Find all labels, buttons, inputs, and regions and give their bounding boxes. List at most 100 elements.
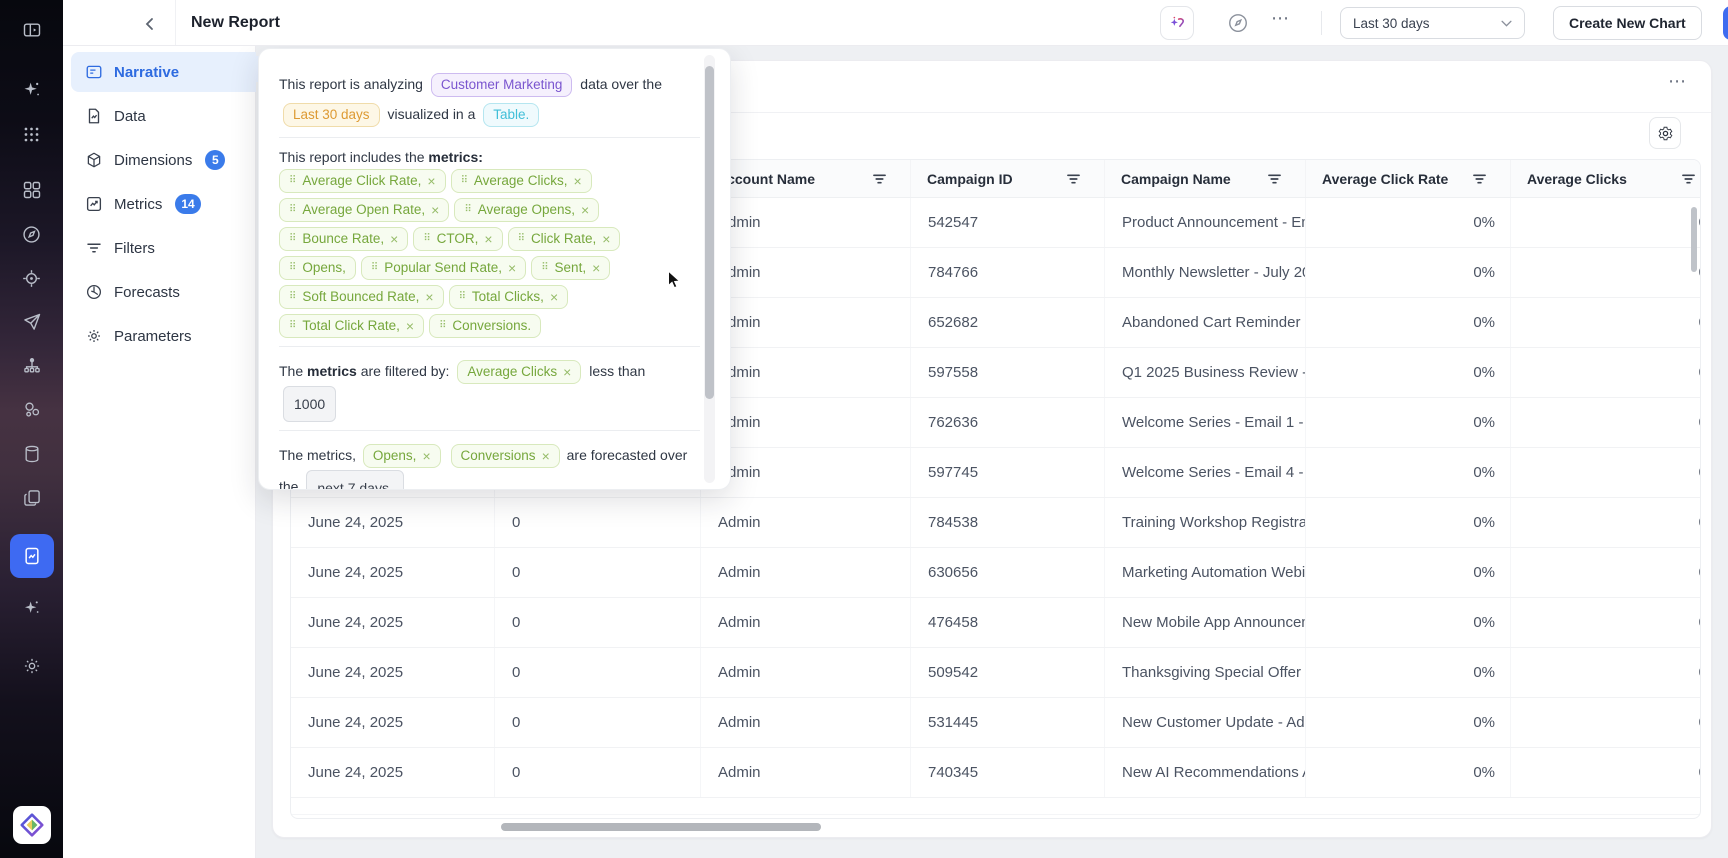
- drag-handle-icon[interactable]: ⠿: [371, 257, 378, 279]
- drag-handle-icon[interactable]: ⠿: [459, 286, 466, 308]
- drag-handle-icon[interactable]: ⠿: [289, 257, 296, 279]
- create-new-chart-button[interactable]: Create New Chart: [1553, 6, 1702, 40]
- metric-chip[interactable]: ⠿ Sent, ×: [531, 256, 610, 280]
- topbar-more-icon[interactable]: ⋯: [1271, 8, 1290, 29]
- cell-average-clicks: 0: [1511, 348, 1701, 397]
- sidebar-item-filters[interactable]: Filters: [71, 228, 256, 268]
- remove-chip-icon[interactable]: ×: [406, 315, 414, 337]
- drag-handle-icon[interactable]: ⠿: [289, 199, 296, 221]
- panel-scroll-thumb[interactable]: [705, 66, 714, 399]
- app-logo[interactable]: [13, 806, 51, 844]
- cell-account-name: Admin: [701, 648, 911, 697]
- remove-chip-icon[interactable]: ×: [390, 228, 398, 250]
- remove-chip-icon[interactable]: ×: [542, 445, 550, 467]
- column-header: Average Clicks: [1511, 160, 1701, 197]
- drag-handle-icon[interactable]: ⠿: [289, 228, 296, 250]
- metric-chip[interactable]: ⠿ Total Click Rate, ×: [279, 314, 424, 338]
- drag-handle-icon[interactable]: ⠿: [423, 228, 430, 250]
- target-icon[interactable]: [10, 256, 54, 300]
- viz-type-chip[interactable]: Table.: [483, 103, 539, 127]
- card-more-icon[interactable]: ⋯: [1668, 71, 1687, 92]
- cell-targeted-segment-id: 0: [495, 648, 701, 697]
- remove-chip-icon[interactable]: ×: [427, 170, 435, 192]
- metric-chip[interactable]: ⠿ Average Clicks, ×: [451, 169, 592, 193]
- settings-gear-icon[interactable]: [10, 644, 54, 688]
- sidebar-item-metrics[interactable]: Metrics 14: [71, 184, 256, 224]
- apps-grid-icon[interactable]: [10, 112, 54, 156]
- send-icon[interactable]: [10, 300, 54, 344]
- sidebar-toggle-icon[interactable]: [10, 8, 54, 52]
- drag-handle-icon[interactable]: ⠿: [518, 228, 525, 250]
- metric-chip[interactable]: ⠿ Click Rate, ×: [508, 227, 621, 251]
- column-filter-icon[interactable]: [1682, 173, 1695, 185]
- forecast-chip-list: Opens, × Conversions ×: [360, 447, 567, 463]
- database-icon[interactable]: [10, 432, 54, 476]
- table-vertical-scrollbar[interactable]: [1691, 207, 1697, 272]
- forecast-metric-chip[interactable]: Opens, ×: [363, 444, 441, 468]
- drag-handle-icon[interactable]: ⠿: [289, 170, 296, 192]
- hierarchy-icon[interactable]: [10, 344, 54, 388]
- table-settings-button[interactable]: [1649, 117, 1681, 149]
- column-filter-icon[interactable]: [1067, 173, 1080, 185]
- table-row: June 24, 2025 0 Admin 509542 Thanksgivin…: [291, 648, 1701, 698]
- explore-compass-icon[interactable]: [1227, 12, 1249, 34]
- ai-assist-button[interactable]: [1160, 6, 1194, 40]
- metric-chip[interactable]: ⠿ Bounce Rate, ×: [279, 227, 408, 251]
- metric-chip[interactable]: ⠿ Popular Send Rate, ×: [361, 256, 526, 280]
- compass-icon[interactable]: [10, 212, 54, 256]
- dashboard-icon[interactable]: [10, 168, 54, 212]
- sidebar-item-label: Data: [114, 108, 146, 125]
- sidebar-item-forecasts[interactable]: Forecasts: [71, 272, 256, 312]
- sidebar-item-dimensions[interactable]: Dimensions 5: [71, 140, 256, 180]
- remove-chip-icon[interactable]: ×: [484, 228, 492, 250]
- date-range-dropdown[interactable]: Last 30 days: [1340, 7, 1525, 39]
- cell-campaign-id: 740345: [911, 748, 1105, 797]
- date-range-chip[interactable]: Last 30 days: [283, 103, 380, 127]
- remove-chip-icon[interactable]: ×: [602, 228, 610, 250]
- table-horizontal-scrollbar[interactable]: [501, 823, 821, 831]
- forecast-horizon-input[interactable]: next 7 days.: [306, 470, 404, 490]
- column-filter-icon[interactable]: [1473, 173, 1486, 185]
- remove-chip-icon[interactable]: ×: [422, 445, 430, 467]
- metric-chip[interactable]: ⠿ Soft Bounced Rate, ×: [279, 285, 444, 309]
- drag-handle-icon[interactable]: ⠿: [289, 315, 296, 337]
- metric-chip[interactable]: ⠿ Opens,: [279, 256, 356, 280]
- ai-sparkles-icon[interactable]: [10, 68, 54, 112]
- forecast-metric-chip[interactable]: Conversions ×: [451, 444, 560, 468]
- drag-handle-icon[interactable]: ⠿: [541, 257, 548, 279]
- pages-icon[interactable]: [10, 476, 54, 520]
- metric-chip[interactable]: ⠿ Conversions.: [429, 314, 541, 338]
- drag-handle-icon[interactable]: ⠿: [461, 170, 468, 192]
- column-filter-icon[interactable]: [1268, 173, 1281, 185]
- remove-chip-icon[interactable]: ×: [431, 199, 439, 221]
- sidebar-item-narrative[interactable]: Narrative: [71, 52, 256, 92]
- remove-chip-icon[interactable]: ×: [573, 170, 581, 192]
- dataset-chip-label: Customer Marketing: [441, 74, 563, 96]
- drag-handle-icon[interactable]: ⠿: [439, 315, 446, 337]
- ai-sparkles-icon-2[interactable]: [10, 586, 54, 630]
- cell-account-name: Admin: [701, 198, 911, 247]
- metric-chip[interactable]: ⠿ Total Clicks, ×: [449, 285, 569, 309]
- clusters-icon[interactable]: [10, 388, 54, 432]
- drag-handle-icon[interactable]: ⠿: [289, 286, 296, 308]
- metric-chip[interactable]: ⠿ Average Click Rate, ×: [279, 169, 446, 193]
- remove-chip-icon[interactable]: ×: [425, 286, 433, 308]
- drag-handle-icon[interactable]: ⠿: [464, 199, 471, 221]
- column-filter-icon[interactable]: [873, 173, 886, 185]
- metric-chip[interactable]: ⠿ Average Opens, ×: [454, 198, 599, 222]
- remove-chip-icon[interactable]: ×: [563, 361, 571, 383]
- dataset-chip[interactable]: Customer Marketing: [431, 73, 573, 97]
- filter-metric-chip[interactable]: Average Clicks ×: [457, 360, 581, 384]
- remove-chip-icon[interactable]: ×: [550, 286, 558, 308]
- reports-icon-active[interactable]: [10, 534, 54, 578]
- sidebar-item-data[interactable]: Data: [71, 96, 256, 136]
- back-button[interactable]: [137, 11, 163, 37]
- save-button[interactable]: Save: [1723, 6, 1728, 40]
- metric-chip[interactable]: ⠿ CTOR, ×: [413, 227, 502, 251]
- remove-chip-icon[interactable]: ×: [581, 199, 589, 221]
- filter-value-input[interactable]: 1000: [283, 386, 336, 422]
- remove-chip-icon[interactable]: ×: [592, 257, 600, 279]
- sidebar-item-parameters[interactable]: Parameters: [71, 316, 256, 356]
- metric-chip[interactable]: ⠿ Average Open Rate, ×: [279, 198, 449, 222]
- remove-chip-icon[interactable]: ×: [508, 257, 516, 279]
